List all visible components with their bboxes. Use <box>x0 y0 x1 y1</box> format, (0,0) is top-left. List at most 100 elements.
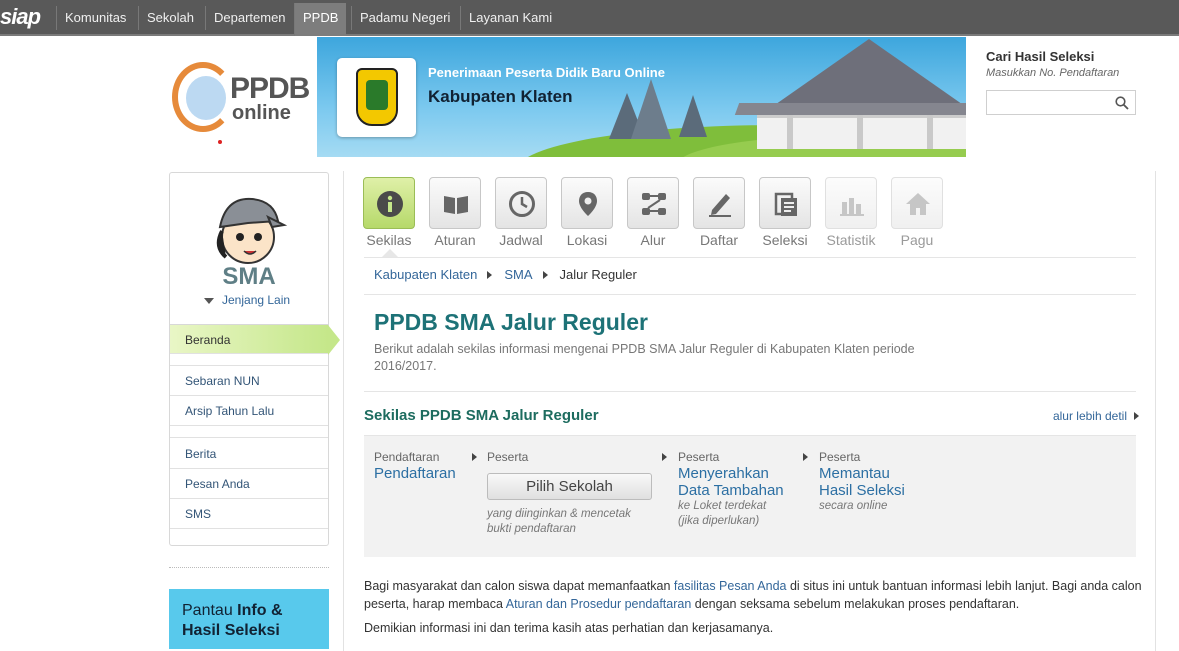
main-content: Sekilas Aturan Jadwal Lokasi Alur Daftar… <box>343 171 1156 651</box>
menu-button[interactable] <box>429 177 481 229</box>
temple-icon <box>631 79 671 139</box>
step3-main: Menyerahkan <box>678 465 769 482</box>
promo-bold-text: Info & <box>237 602 283 619</box>
menu-aturan[interactable]: Aturan <box>428 177 482 248</box>
topnav-departemen[interactable]: Departemen <box>205 6 294 30</box>
pesan-anda-link[interactable]: fasilitas Pesan Anda <box>674 579 787 593</box>
sidebar-notch <box>230 152 258 172</box>
menu-seleksi[interactable]: Seleksi <box>758 177 812 248</box>
sidebar-divider <box>169 567 329 568</box>
menu-pagu: Pagu <box>890 177 944 248</box>
siap-logo[interactable]: siap <box>0 4 48 32</box>
breadcrumb-sma[interactable]: SMA <box>504 267 532 282</box>
pantau-info-banner[interactable]: Pantau Info & Hasil Seleksi <box>169 589 329 649</box>
menu-jadwal[interactable]: Jadwal <box>494 177 548 248</box>
menu-button <box>825 177 877 229</box>
step1-main: Pendaftaran <box>374 465 456 482</box>
sidebar-item-sebaran-nun[interactable]: Sebaran NUN <box>170 366 328 396</box>
flow-icon <box>642 193 666 215</box>
breadcrumb-kabupaten[interactable]: Kabupaten Klaten <box>374 267 477 282</box>
sidebar-item-berita[interactable]: Berita <box>170 439 328 469</box>
sidebar-item-label: Pesan Anda <box>185 477 250 491</box>
menu-button <box>891 177 943 229</box>
pilih-sekolah-button[interactable]: Pilih Sekolah <box>487 473 652 500</box>
breadcrumb: Kabupaten Klaten SMA Jalur Reguler <box>374 267 637 282</box>
search-hint: Masukkan No. Pendaftaran <box>986 67 1120 79</box>
crest-shield-icon <box>356 68 398 126</box>
sekilas-heading: Sekilas PPDB SMA Jalur Reguler <box>364 407 599 424</box>
menu-statistik: Statistik <box>824 177 878 248</box>
step2-note: yang diinginkan & mencetak <box>487 508 631 520</box>
step3-note: (jika diperlukan) <box>678 515 760 527</box>
closing-paragraph: Demikian informasi ini dan terima kasih … <box>364 621 774 635</box>
chevron-right-icon <box>803 453 808 461</box>
house-pillar <box>787 115 793 149</box>
alur-detail-link[interactable]: alur lebih detil <box>1053 409 1127 423</box>
registration-flow: Pendaftaran Pendaftaran Peserta Pilih Se… <box>364 435 1136 557</box>
menu-label: Seleksi <box>762 232 808 248</box>
home-icon <box>906 193 930 215</box>
chevron-right-icon <box>542 271 548 279</box>
promo-bold-text: Hasil Seleksi <box>182 622 280 639</box>
menu-button[interactable] <box>627 177 679 229</box>
menu-label: Statistik <box>826 232 876 248</box>
active-item-arrow <box>328 325 340 355</box>
other-levels-toggle[interactable]: Jenjang Lain <box>204 293 290 307</box>
ppdb-online-logo[interactable]: PPDB online <box>168 58 310 148</box>
logo-kids-icon <box>186 76 226 120</box>
joglo-roof-icon <box>769 39 966 109</box>
menu-button[interactable] <box>561 177 613 229</box>
info-icon <box>377 191 403 217</box>
sidebar-item-arsip[interactable]: Arsip Tahun Lalu <box>170 396 328 426</box>
sidebar-separator <box>170 354 328 366</box>
sidebar-item-sms[interactable]: SMS <box>170 499 328 529</box>
page-description: Berikut adalah sekilas informasi mengena… <box>374 342 915 373</box>
sidebar-item-beranda[interactable]: Beranda <box>170 324 340 355</box>
sidebar-item-label: Beranda <box>185 333 231 347</box>
active-menu-pointer <box>382 249 398 257</box>
menu-daftar[interactable]: Daftar <box>692 177 746 248</box>
menu-button[interactable] <box>693 177 745 229</box>
logo-dot <box>218 140 222 144</box>
topnav-ppdb[interactable]: PPDB <box>294 3 347 36</box>
pencil-icon <box>709 194 731 217</box>
clock-icon <box>509 191 535 217</box>
step4-main: Memantau <box>819 465 890 482</box>
menu-button[interactable] <box>363 177 415 229</box>
info-text: Bagi masyarakat dan calon siswa dapat me… <box>364 579 674 593</box>
search-icon[interactable] <box>1115 96 1129 110</box>
book-icon <box>444 196 468 214</box>
topnav-komunitas[interactable]: Komunitas <box>56 6 134 30</box>
topnav-sekolah[interactable]: Sekolah <box>138 6 202 30</box>
divider <box>364 294 1136 295</box>
menu-label: Alur <box>640 232 666 248</box>
menu-label: Jadwal <box>499 232 543 248</box>
step3-main: Data Tambahan <box>678 482 784 499</box>
sidebar-item-pesan-anda[interactable]: Pesan Anda <box>170 469 328 499</box>
menu-lokasi[interactable]: Lokasi <box>560 177 614 248</box>
step4-note: secara online <box>819 500 888 512</box>
caret-down-icon <box>204 297 214 304</box>
sidebar-item-label: SMS <box>185 507 212 521</box>
menu-sekilas[interactable]: Sekilas <box>362 177 416 248</box>
sidebar-item-label: Berita <box>185 447 217 461</box>
crest-emblem <box>366 80 388 110</box>
topnav-padamu-negeri[interactable]: Padamu Negeri <box>351 6 458 30</box>
menu-label: Lokasi <box>566 232 608 248</box>
banner-title: Kabupaten Klaten <box>428 87 573 106</box>
map-pin-icon <box>579 192 597 216</box>
topnav-layanan-kami[interactable]: Layanan Kami <box>460 6 560 30</box>
menu-button[interactable] <box>759 177 811 229</box>
page-title: PPDB SMA Jalur Reguler <box>374 309 648 335</box>
bar-chart-icon <box>840 198 864 216</box>
promo-plain-text: Pantau <box>182 602 233 619</box>
chevron-right-icon <box>487 271 493 279</box>
search-input[interactable] <box>986 90 1136 115</box>
menu-label: Sekilas <box>366 232 412 248</box>
aturan-prosedur-link[interactable]: Aturan dan Prosedur pendaftaran <box>506 597 692 611</box>
menu-alur[interactable]: Alur <box>626 177 680 248</box>
menu-button[interactable] <box>495 177 547 229</box>
step4-caption: Peserta <box>819 450 861 464</box>
breadcrumb-current: Jalur Reguler <box>559 267 637 282</box>
banner-subtitle: Penerimaan Peserta Didik Baru Online <box>428 65 665 80</box>
